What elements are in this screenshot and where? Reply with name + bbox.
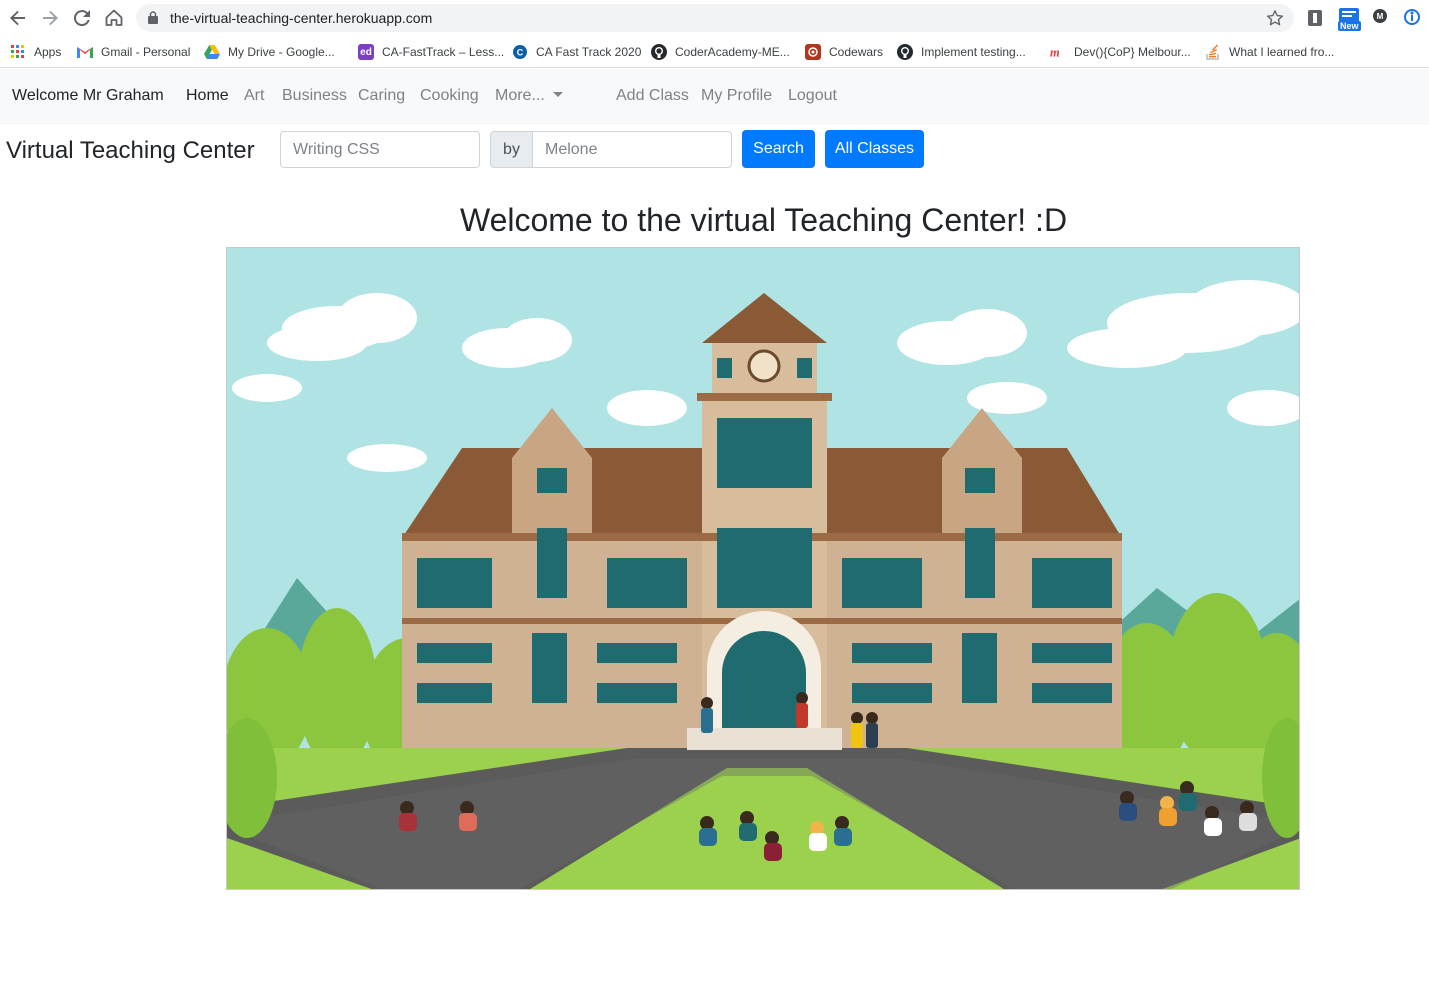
welcome-user-text: Welcome Mr Graham xyxy=(12,87,164,104)
forward-arrow-icon[interactable] xyxy=(40,8,60,28)
bookmark-label: CoderAcademy-ME... xyxy=(675,45,790,59)
all-classes-button[interactable]: All Classes xyxy=(825,130,924,168)
home-icon[interactable] xyxy=(104,8,124,28)
nav-link-art[interactable]: Art xyxy=(244,87,264,105)
bookmark-implement-testing[interactable]: Implement testing... xyxy=(897,43,1026,61)
nav-link-caring[interactable]: Caring xyxy=(358,87,405,105)
reload-icon[interactable] xyxy=(72,8,92,28)
bookmark-label: Codewars xyxy=(829,45,884,59)
profile-m-icon[interactable]: M xyxy=(1372,8,1392,28)
search-button[interactable]: Search xyxy=(742,130,815,168)
extension-puzzle-icon[interactable] xyxy=(1306,8,1326,28)
bookmark-gmail[interactable]: Gmail - Personal xyxy=(77,43,190,61)
bookmarks-bar: Apps Gmail - Personal My Drive - Google.… xyxy=(0,36,1429,68)
bookmark-what-i-learned[interactable]: What I learned fro... xyxy=(1205,43,1334,61)
class-search-input[interactable] xyxy=(280,131,480,168)
bookmark-codewars[interactable]: Codewars xyxy=(805,43,883,61)
browser-toolbar: the-virtual-teaching-center.herokuapp.co… xyxy=(0,0,1429,36)
ed-icon: ed xyxy=(358,44,374,60)
nav-link-logout[interactable]: Logout xyxy=(788,87,837,105)
bookmark-ca-fast-track-2020[interactable]: C CA Fast Track 2020 xyxy=(512,43,641,61)
bookmark-star-icon[interactable] xyxy=(1266,9,1284,32)
address-bar[interactable]: the-virtual-teaching-center.herokuapp.co… xyxy=(136,4,1294,32)
bookmark-dev-cop-melbourne[interactable]: m Dev(){CoP} Melbour... xyxy=(1050,43,1191,61)
nav-link-my-profile[interactable]: My Profile xyxy=(701,87,772,105)
bookmark-my-drive[interactable]: My Drive - Google... xyxy=(204,43,335,61)
bookmark-apps[interactable]: Apps xyxy=(10,43,61,61)
back-arrow-icon[interactable] xyxy=(8,8,28,28)
gmail-icon xyxy=(77,44,93,60)
bookmark-label: What I learned fro... xyxy=(1229,45,1335,59)
by-addon-label: by xyxy=(490,131,533,168)
school-building-illustration xyxy=(226,247,1300,890)
nav-dropdown-more[interactable]: More... xyxy=(495,87,563,105)
coder-academy-icon: C xyxy=(512,44,528,60)
bookmark-label: CA-FastTrack – Less... xyxy=(382,45,505,59)
stackoverflow-icon xyxy=(1205,44,1221,60)
teacher-search-input[interactable] xyxy=(532,131,732,168)
site-title: Virtual Teaching Center xyxy=(6,137,255,164)
app-navbar: Welcome Mr Graham Home Art Business Cari… xyxy=(0,69,1429,125)
bookmark-label: Gmail - Personal xyxy=(101,45,191,59)
nav-link-business[interactable]: Business xyxy=(282,87,347,105)
meetup-icon: m xyxy=(1050,44,1066,60)
bookmark-label: CA Fast Track 2020 xyxy=(536,45,642,59)
github-icon xyxy=(651,44,667,60)
bookmark-label: My Drive - Google... xyxy=(228,45,335,59)
apps-grid-icon xyxy=(10,44,26,60)
bookmark-label: Dev(){CoP} Melbour... xyxy=(1074,45,1191,59)
nav-link-cooking[interactable]: Cooking xyxy=(420,87,479,105)
github-icon xyxy=(897,44,913,60)
welcome-heading: Welcome to the virtual Teaching Center! … xyxy=(459,202,1068,238)
svg-text:M: M xyxy=(1377,12,1384,21)
svg-text:m: m xyxy=(1050,45,1060,59)
google-drive-icon xyxy=(204,44,220,60)
svg-text:C: C xyxy=(517,48,524,58)
new-extension-icon[interactable]: New xyxy=(1337,8,1361,31)
bookmark-label: Implement testing... xyxy=(921,45,1026,59)
nav-link-add-class[interactable]: Add Class xyxy=(616,87,689,105)
codewars-icon xyxy=(805,44,821,60)
bookmark-ca-fasttrack-lessons[interactable]: ed CA-FastTrack – Less... xyxy=(358,43,504,61)
nav-dropdown-label: More... xyxy=(495,87,545,104)
new-badge: New xyxy=(1338,21,1361,31)
bookmark-label: Apps xyxy=(34,45,62,59)
nav-link-home[interactable]: Home xyxy=(186,87,229,105)
caret-down-icon xyxy=(552,92,563,97)
lock-icon xyxy=(148,11,158,29)
accessibility-extension-icon[interactable] xyxy=(1403,8,1423,28)
bookmark-coderacademy-me[interactable]: CoderAcademy-ME... xyxy=(651,43,790,61)
url-text: the-virtual-teaching-center.herokuapp.co… xyxy=(170,10,433,26)
